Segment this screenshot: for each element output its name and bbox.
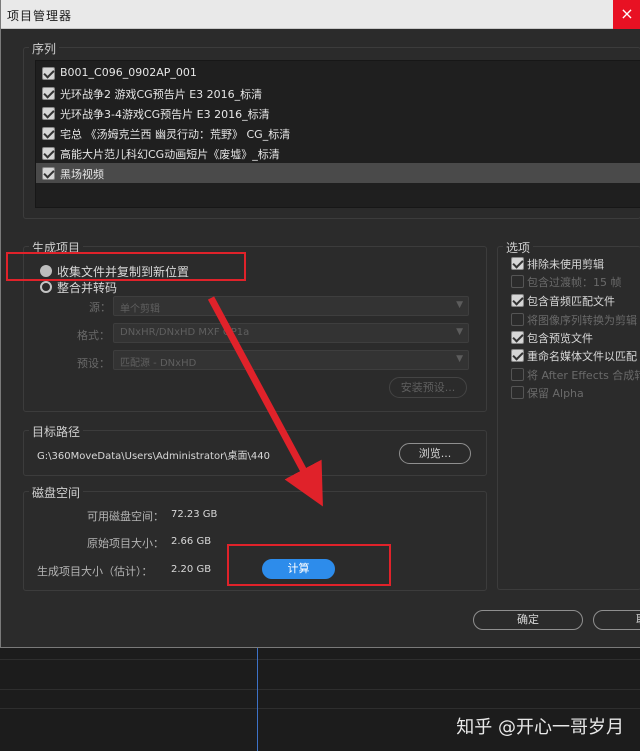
divider	[0, 659, 640, 660]
sequence-checkbox[interactable]	[42, 87, 55, 100]
include-handles-checkbox[interactable]	[511, 275, 524, 288]
sequence-item[interactable]: 高能大片范儿科幻CG动画短片《废墟》_标清	[36, 143, 640, 163]
annotation-box-collect	[6, 252, 246, 281]
estimated-size-label: 生成项目大小（估计）：	[37, 565, 153, 578]
sequence-checkbox[interactable]	[42, 67, 55, 80]
title-bar: 项目管理器 ×	[1, 0, 640, 29]
option-label: 包含音频匹配文件	[527, 295, 615, 308]
window-title: 项目管理器	[7, 9, 73, 23]
annotation-arrow-icon	[207, 296, 323, 507]
option-label: 排除未使用剪辑	[527, 258, 604, 271]
source-value: 单个剪辑	[120, 304, 160, 315]
option-label: 将 After Effects 合成转换	[527, 369, 640, 382]
sequence-item-label: 光环战争3-4游戏CG预告片 E3 2016_标清	[60, 108, 270, 121]
include-conform-audio-checkbox[interactable]	[511, 294, 524, 307]
available-space-label: 可用磁盘空间：	[87, 510, 164, 523]
close-button[interactable]: ×	[613, 0, 640, 29]
browse-button[interactable]: 浏览...	[399, 443, 471, 464]
sequence-checkbox[interactable]	[42, 147, 55, 160]
sequence-item[interactable]: 光环战争3-4游戏CG预告片 E3 2016_标清	[36, 103, 640, 123]
cancel-button[interactable]: 取	[593, 610, 640, 630]
destination-label: 目标路径	[29, 423, 84, 440]
consolidate-transcode-radio[interactable]	[40, 281, 52, 293]
convert-image-sequence-checkbox[interactable]	[511, 313, 524, 326]
sequence-item-selected[interactable]: 黑场视频	[36, 163, 640, 183]
option-label: 重命名媒体文件以匹配	[527, 350, 637, 363]
sequence-item-label: 宅总 《汤姆克兰西 幽灵行动：荒野》 CG_标清	[60, 128, 291, 141]
watermark-text: 知乎 @开心一哥岁月	[456, 717, 624, 738]
disk-space-label: 磁盘空间	[29, 484, 84, 501]
option-label: 包含预览文件	[527, 332, 593, 345]
chevron-down-icon: ▼	[456, 327, 463, 337]
ok-button[interactable]: 确定	[473, 610, 583, 630]
annotation-box-calculate	[227, 544, 391, 586]
convert-ae-checkbox[interactable]	[511, 368, 524, 381]
option-label: 保留 Alpha	[527, 387, 584, 400]
sequence-item[interactable]: 宅总 《汤姆克兰西 幽灵行动：荒野》 CG_标清	[36, 123, 640, 143]
divider	[0, 689, 640, 690]
sequence-checkbox[interactable]	[42, 107, 55, 120]
option-label: 将图像序列转换为剪辑	[527, 314, 637, 327]
chevron-down-icon: ▼	[456, 354, 463, 364]
original-size-value: 2.66 GB	[171, 536, 212, 547]
original-size-label: 原始项目大小：	[87, 537, 164, 550]
sequence-item-label: 高能大片范儿科幻CG动画短片《废墟》_标清	[60, 148, 280, 161]
preset-value: 匹配源 - DNxHD	[120, 358, 197, 369]
chevron-down-icon: ▼	[456, 300, 463, 310]
include-preview-checkbox[interactable]	[511, 331, 524, 344]
sequence-item-label: 黑场视频	[60, 168, 104, 181]
divider	[0, 708, 640, 709]
install-preset-button[interactable]: 安装预设...	[389, 377, 467, 398]
estimated-size-value: 2.20 GB	[171, 564, 212, 575]
option-label: 包含过渡帧：15 帧	[527, 276, 622, 289]
sequence-item[interactable]: 光环战争2 游戏CG预告片 E3 2016_标清	[36, 83, 640, 103]
rename-media-checkbox[interactable]	[511, 349, 524, 362]
sequence-checkbox[interactable]	[42, 167, 55, 180]
sequence-item-label: 光环战争2 游戏CG预告片 E3 2016_标清	[60, 88, 263, 101]
preset-label: 预设：	[77, 357, 110, 370]
options-label: 选项	[503, 239, 534, 256]
source-label: 源：	[89, 301, 111, 314]
project-manager-dialog: 项目管理器 × 序列 B001_C096_0902AP_001 光环战争2 游戏…	[0, 0, 640, 648]
sequence-list[interactable]: B001_C096_0902AP_001 光环战争2 游戏CG预告片 E3 20…	[35, 60, 640, 208]
sequence-item[interactable]: B001_C096_0902AP_001	[36, 63, 640, 83]
preserve-alpha-checkbox[interactable]	[511, 386, 524, 399]
timeline-playhead[interactable]	[257, 648, 258, 751]
consolidate-transcode-label: 整合并转码	[57, 281, 118, 295]
format-label: 格式：	[77, 329, 110, 342]
sequence-checkbox[interactable]	[42, 127, 55, 140]
sequence-item-label: B001_C096_0902AP_001	[60, 66, 197, 79]
exclude-unused-checkbox[interactable]	[511, 257, 524, 270]
sequence-label: 序列	[29, 40, 60, 57]
